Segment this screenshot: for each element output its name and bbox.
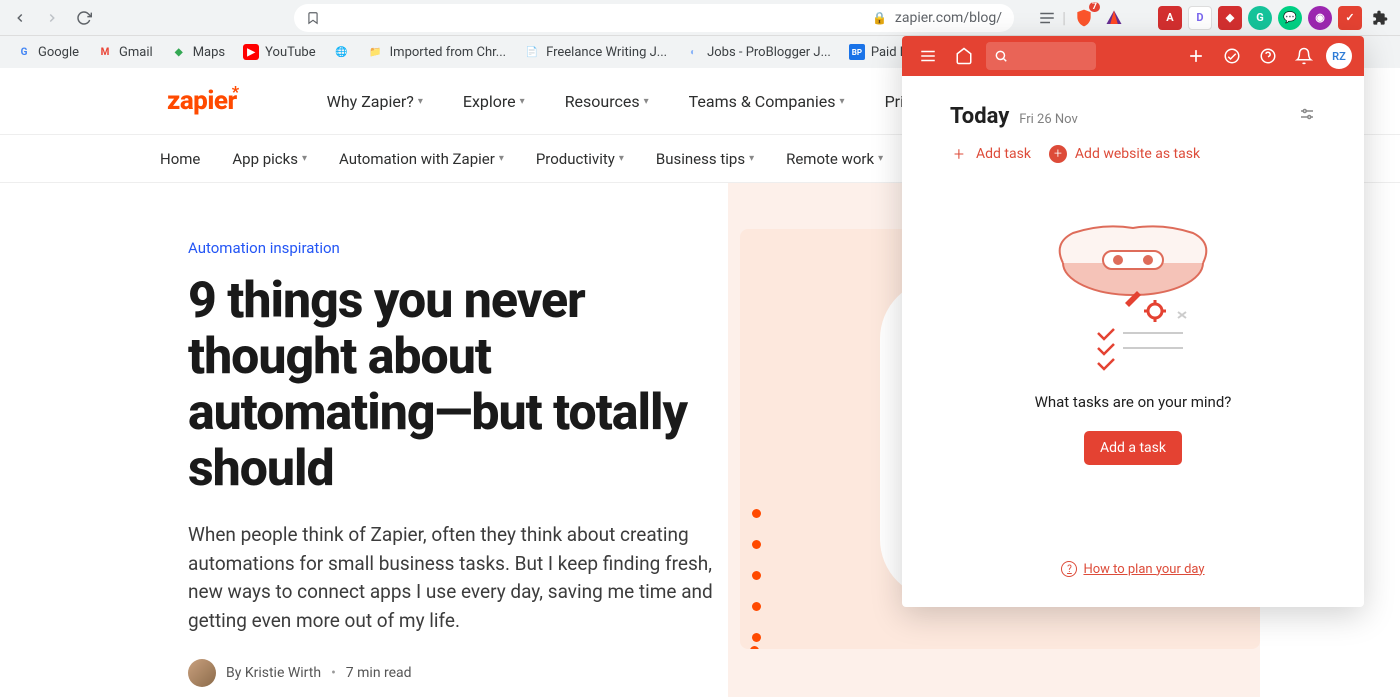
ext-grammarly-icon[interactable]: G (1248, 6, 1272, 30)
forward-button[interactable] (40, 6, 64, 30)
productivity-icon[interactable] (1218, 42, 1246, 70)
ext-todoist-icon[interactable]: ✓ (1338, 6, 1362, 30)
todoist-view-title: Today (950, 104, 1009, 129)
article-headline: 9 things you never thought about automat… (188, 273, 728, 497)
bookmark-freelance[interactable]: 📄Freelance Writing J... (516, 40, 675, 64)
ext-chat-icon[interactable]: 💬 (1278, 6, 1302, 30)
bookmark-gmail[interactable]: MGmail (89, 40, 161, 64)
chevron-down-icon: ▾ (499, 153, 504, 164)
chevron-down-icon: ▾ (619, 153, 624, 164)
empty-illustration (1043, 203, 1223, 373)
help-link[interactable]: ? How to plan your day (1061, 561, 1204, 577)
article-byline: By Kristie Wirth • 7 min read (188, 659, 728, 687)
reload-button[interactable] (72, 6, 96, 30)
empty-state: What tasks are on your mind? Add a task (950, 193, 1316, 557)
brave-shields-icon[interactable]: 7 (1072, 6, 1096, 30)
lock-icon: 🔒 (872, 11, 887, 25)
ext-purple-icon[interactable]: ◉ (1308, 6, 1332, 30)
chevron-down-icon: ▾ (418, 96, 423, 107)
subnav-business[interactable]: Business tips▾ (656, 150, 754, 168)
nav-teams[interactable]: Teams & Companies▾ (689, 92, 845, 111)
nav-explore[interactable]: Explore▾ (463, 92, 525, 111)
bookmark-problogger[interactable]: ◐Jobs - ProBlogger J... (677, 40, 839, 64)
read-time: 7 min read (346, 665, 412, 681)
article-lede: When people think of Zapier, often they … (188, 521, 728, 635)
ext-pdf-icon[interactable]: A (1158, 6, 1182, 30)
nav-why-zapier[interactable]: Why Zapier?▾ (327, 92, 423, 111)
reader-icon[interactable] (1038, 9, 1056, 27)
add-task-action[interactable]: + Add task (950, 145, 1031, 163)
address-bar[interactable]: 🔒 zapier.com/blog/ (294, 4, 1014, 32)
bookmark-icon[interactable] (306, 11, 320, 25)
chevron-down-icon: ▾ (878, 153, 883, 164)
notifications-icon[interactable] (1290, 42, 1318, 70)
nav-resources[interactable]: Resources▾ (565, 92, 649, 111)
search-icon (994, 49, 1008, 63)
bookmark-youtube[interactable]: ▶YouTube (235, 40, 324, 64)
empty-prompt-text: What tasks are on your mind? (1035, 393, 1232, 411)
chevron-down-icon: ▾ (644, 96, 649, 107)
subnav-automation[interactable]: Automation with Zapier▾ (339, 150, 504, 168)
plus-icon: + (950, 145, 968, 163)
subnav-home[interactable]: Home (160, 150, 200, 168)
zapier-logo[interactable]: zapier (167, 86, 237, 116)
author-avatar (188, 659, 216, 687)
chevron-down-icon: ▾ (749, 153, 754, 164)
menu-icon[interactable] (914, 42, 942, 70)
add-icon[interactable] (1182, 42, 1210, 70)
view-options-icon[interactable] (1298, 105, 1316, 123)
subnav-app-picks[interactable]: App picks▾ (232, 150, 307, 168)
user-avatar[interactable]: RZ (1326, 43, 1352, 69)
chevron-down-icon: ▾ (840, 96, 845, 107)
add-website-action[interactable]: + Add website as task (1049, 145, 1200, 163)
home-icon[interactable] (950, 42, 978, 70)
bookmark-google[interactable]: GGoogle (8, 40, 87, 64)
question-icon: ? (1061, 561, 1077, 577)
extension-icons: | 7 A D ◆ G 💬 ◉ ✓ (1038, 6, 1392, 30)
todoist-search[interactable] (986, 42, 1096, 70)
ext-d-icon[interactable]: D (1188, 6, 1212, 30)
ext-shield-icon[interactable]: ◆ (1218, 6, 1242, 30)
plus-filled-icon: + (1049, 145, 1067, 163)
extensions-menu-icon[interactable] (1368, 6, 1392, 30)
todoist-date: Fri 26 Nov (1019, 112, 1078, 127)
brave-rewards-icon[interactable] (1102, 6, 1126, 30)
bookmark-maps[interactable]: ◆Maps (163, 40, 233, 64)
bookmark-imported[interactable]: 📁Imported from Chr... (360, 40, 514, 64)
chevron-down-icon: ▾ (302, 153, 307, 164)
back-button[interactable] (8, 6, 32, 30)
url-text: zapier.com/blog/ (895, 10, 1002, 26)
browser-toolbar: 🔒 zapier.com/blog/ | 7 A D ◆ G 💬 ◉ ✓ (0, 0, 1400, 36)
subnav-remote[interactable]: Remote work▾ (786, 150, 883, 168)
author-name: By Kristie Wirth (226, 665, 321, 681)
subnav-productivity[interactable]: Productivity▾ (536, 150, 624, 168)
article-category[interactable]: Automation inspiration (188, 239, 728, 257)
chevron-down-icon: ▾ (520, 96, 525, 107)
add-task-button[interactable]: Add a task (1084, 431, 1182, 465)
todoist-panel: RZ Today Fri 26 Nov + Add task + Add web… (902, 36, 1364, 607)
bookmark-globe[interactable]: 🌐 (326, 40, 358, 64)
help-icon[interactable] (1254, 42, 1282, 70)
todoist-header: RZ (902, 36, 1364, 76)
